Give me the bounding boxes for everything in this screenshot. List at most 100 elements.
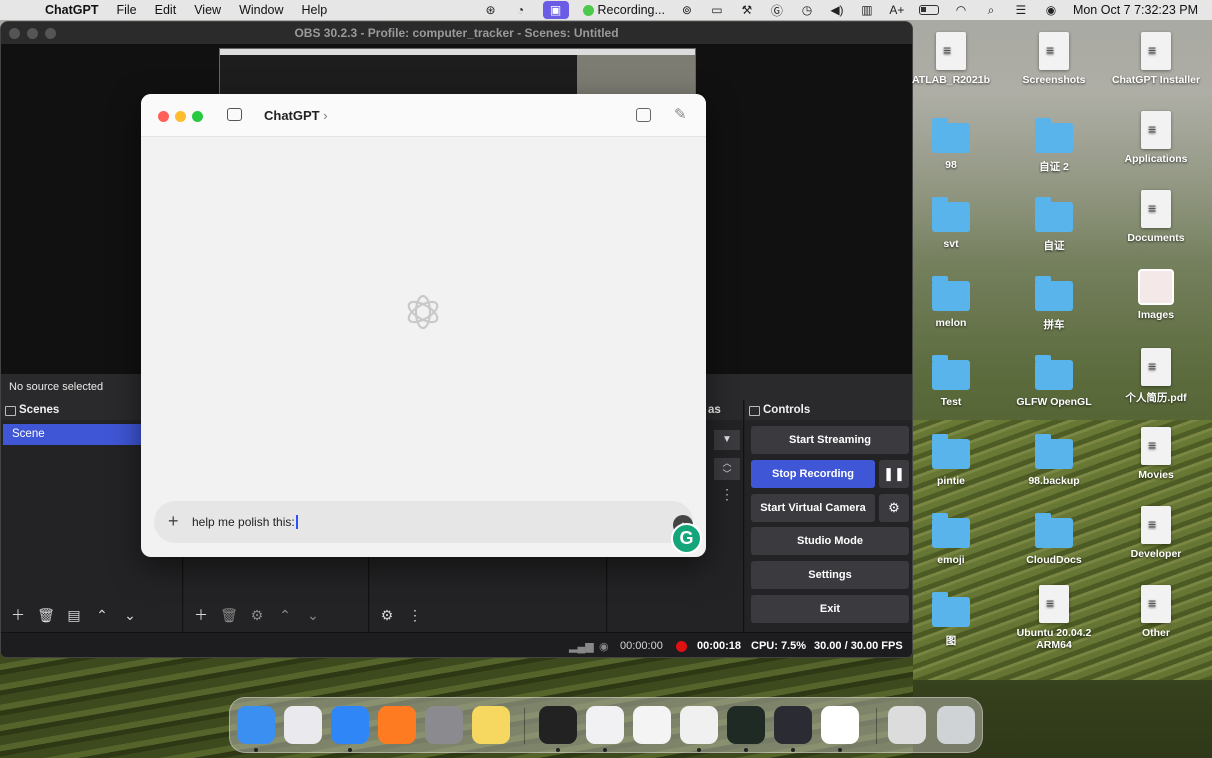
terminal-icon[interactable] <box>539 706 577 744</box>
menu-view[interactable]: View <box>194 3 221 17</box>
move-down-icon[interactable]: ⌄ <box>119 604 141 626</box>
desktop-icon[interactable]: Images <box>1111 269 1201 321</box>
battery-icon[interactable] <box>918 5 939 15</box>
screen-share-icon[interactable]: ▣ <box>542 1 569 19</box>
add-scene-icon[interactable]: ＋ <box>7 604 29 626</box>
menu-edit[interactable]: Edit <box>155 3 177 17</box>
textedit-icon[interactable] <box>633 706 671 744</box>
keyboard-icon[interactable]: ▥ <box>859 3 875 17</box>
grammarly-menu-icon[interactable]: Ⓖ <box>769 3 785 18</box>
new-chat-icon[interactable]: ✎ <box>674 105 687 123</box>
desktop-icon[interactable]: melon <box>906 269 996 329</box>
document-stack-icon[interactable] <box>888 706 926 744</box>
launchpad-icon[interactable] <box>284 706 322 744</box>
transition-menu-icon[interactable]: ⋮ <box>720 486 734 503</box>
menu-window[interactable]: Window <box>239 3 283 17</box>
chatgpt-icon[interactable] <box>821 706 859 744</box>
input-source-icon[interactable]: A+ <box>889 3 905 17</box>
message-input[interactable]: help me polish this: <box>192 515 298 529</box>
system-settings-icon[interactable] <box>425 706 463 744</box>
desktop-icon[interactable]: svt <box>906 190 996 250</box>
transition-dropdown-icon[interactable]: ▼ <box>714 430 740 450</box>
control-center-icon[interactable]: ☰ <box>1013 3 1029 17</box>
desktop-icon[interactable]: ≡ Documents <box>1111 190 1201 244</box>
move-up-icon[interactable]: ⌃ <box>91 604 113 626</box>
desktop-icon[interactable]: 98.backup <box>1009 427 1099 487</box>
sidebar-toggle-icon[interactable] <box>227 108 242 121</box>
menu-bar-clock[interactable]: Mon Oct 7 7:32:23 PM <box>1073 3 1198 17</box>
desktop-icon[interactable]: pintie <box>906 427 996 487</box>
chatgpt-status-icon[interactable]: ⊛ <box>483 3 499 17</box>
desktop-icon[interactable]: 拼车 <box>1009 269 1099 332</box>
source-properties-icon[interactable]: ⚙ <box>246 604 268 626</box>
chatgpt-close-button[interactable] <box>158 111 169 122</box>
obs-icon[interactable] <box>774 706 812 744</box>
firefox-icon[interactable] <box>378 706 416 744</box>
desktop-icon[interactable]: 自证 <box>1009 190 1099 253</box>
studio-mode-button[interactable]: Studio Mode <box>751 527 909 555</box>
desktop-icon[interactable]: ≡ Ubuntu 20.04.2 ARM64 <box>1009 585 1099 651</box>
rocket-icon[interactable] <box>586 706 624 744</box>
advanced-audio-icon[interactable]: ⚙ <box>376 604 398 626</box>
safari-icon[interactable] <box>331 706 369 744</box>
pause-recording-icon[interactable]: ❚❚ <box>879 460 909 488</box>
grammarly-badge-icon[interactable]: G <box>671 523 702 554</box>
desktop-icon[interactable]: 自证 2 <box>1009 111 1099 174</box>
source-up-icon[interactable]: ⌃ <box>274 604 296 626</box>
remove-scene-icon[interactable]: 🗑 <box>35 604 57 626</box>
activity-monitor-icon[interactable] <box>727 706 765 744</box>
notes-icon[interactable] <box>472 706 510 744</box>
desktop-icon[interactable]: ≡ ChatGPT Installer <box>1111 32 1201 86</box>
start-virtual-camera-button[interactable]: Start Virtual Camera <box>751 494 875 522</box>
start-streaming-button[interactable]: Start Streaming <box>751 426 909 454</box>
chatgpt-zoom-button[interactable] <box>192 111 203 122</box>
desktop-icon[interactable]: 图 <box>906 585 996 648</box>
remove-source-icon[interactable]: 🗑 <box>218 604 240 626</box>
attach-plus-icon[interactable]: + <box>168 511 179 532</box>
desktop-icon[interactable]: GLFW OpenGL <box>1009 348 1099 408</box>
desktop-icon[interactable]: ≡ Other <box>1111 585 1201 639</box>
desktop-icon[interactable]: ≡ Movies <box>1111 427 1201 481</box>
desktop-icon[interactable]: ≡ ATLAB_R2021b <box>906 32 996 86</box>
trash-icon[interactable] <box>937 706 975 744</box>
stop-recording-button[interactable]: Stop Recording <box>751 460 875 488</box>
tools-icon[interactable]: ⚒ <box>739 3 755 17</box>
pop-out-window-icon[interactable] <box>636 108 651 122</box>
mixer-menu-icon[interactable]: ⋮ <box>404 604 426 626</box>
siri-icon[interactable]: ◉ <box>1043 3 1059 17</box>
spotlight-search-icon[interactable]: ⌕ <box>983 3 999 17</box>
desktop-icon[interactable]: CloudDocs <box>1009 506 1099 566</box>
finder-icon[interactable] <box>237 706 275 744</box>
desktop-icon[interactable]: ≡ Developer <box>1111 506 1201 560</box>
obs-zoom-button[interactable] <box>45 28 56 39</box>
duration-stepper[interactable]: ︿ ﹀ <box>714 458 740 480</box>
menu-help[interactable]: Help <box>302 3 328 17</box>
virtual-camera-settings-icon[interactable]: ⚙ <box>879 494 909 522</box>
settings-button[interactable]: Settings <box>751 561 909 589</box>
desktop-icon[interactable]: ≡ Screenshots <box>1009 32 1099 86</box>
chatgpt-minimize-button[interactable] <box>175 111 186 122</box>
desktop-icon[interactable]: ≡ 个人简历.pdf <box>1111 348 1201 405</box>
add-source-icon[interactable]: ＋ <box>190 604 212 626</box>
obs-close-button[interactable] <box>9 28 20 39</box>
exit-button[interactable]: Exit <box>751 595 909 623</box>
volume-icon[interactable]: ◀) <box>829 3 845 17</box>
wifi-icon[interactable]: ◠ <box>953 3 969 17</box>
recording-indicator[interactable]: Recording... <box>582 3 665 17</box>
model-selector[interactable]: ChatGPT › <box>264 108 328 123</box>
game-controller-icon[interactable]: ⊚ <box>679 3 695 17</box>
app-menu-name[interactable]: ChatGPT <box>45 3 98 17</box>
scene-filters-icon[interactable]: ▤ <box>63 604 85 626</box>
desktop-icon[interactable]: ≡ Applications <box>1111 111 1201 165</box>
desktop-icon[interactable]: Test <box>906 348 996 408</box>
window-icon[interactable]: ▭ <box>709 3 725 17</box>
message-composer[interactable]: + help me polish this: ↑ <box>154 501 693 543</box>
desktop-icon[interactable]: emoji <box>906 506 996 566</box>
cloud-status-icon[interactable]: ◔ <box>513 3 529 17</box>
menu-file[interactable]: File <box>116 3 136 17</box>
script-editor-icon[interactable] <box>680 706 718 744</box>
desktop-icon[interactable]: 98 <box>906 111 996 171</box>
time-machine-icon[interactable]: ◷ <box>799 3 815 17</box>
obs-minimize-button[interactable] <box>27 28 38 39</box>
source-down-icon[interactable]: ⌄ <box>302 604 324 626</box>
